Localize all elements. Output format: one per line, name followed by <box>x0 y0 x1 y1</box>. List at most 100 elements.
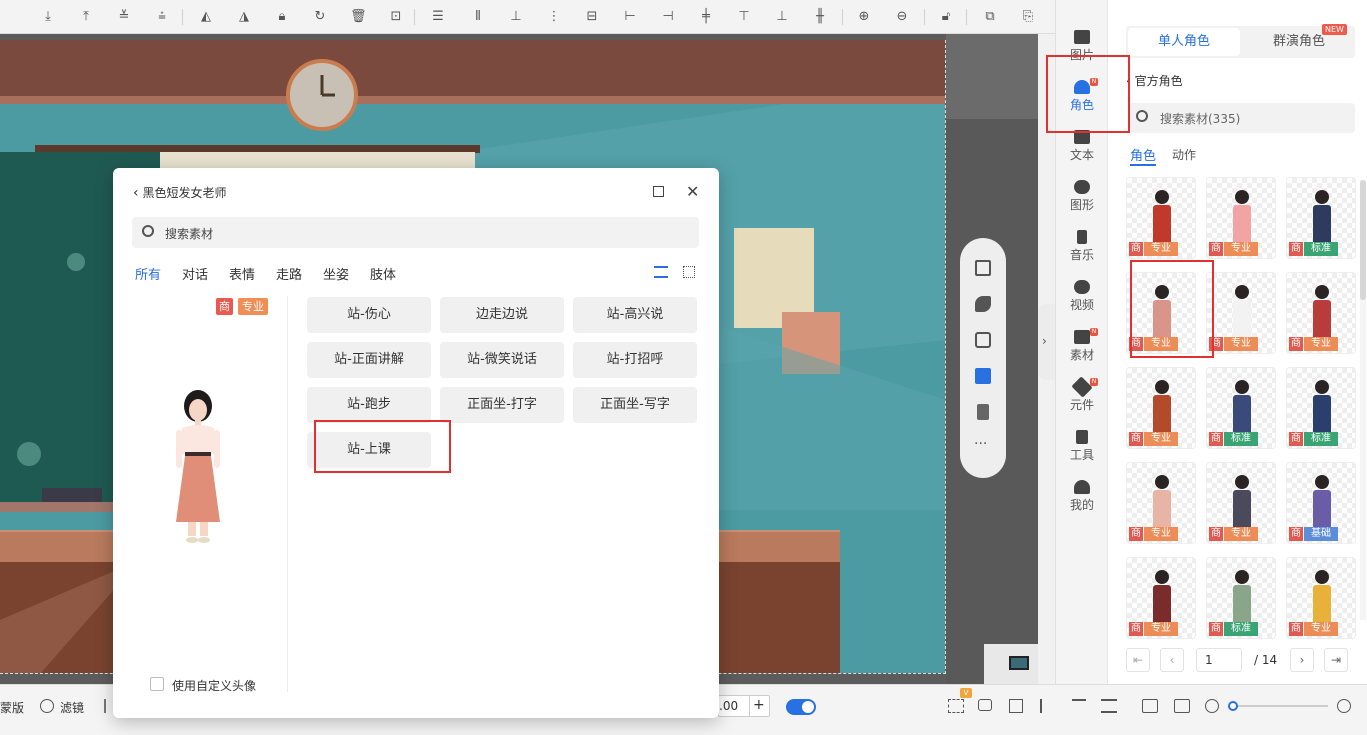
action-chip[interactable]: 站-跑步 <box>307 387 431 423</box>
sidebar-item-component[interactable]: 元件 N <box>1056 370 1108 420</box>
send-backward-icon[interactable]: ≚ <box>116 9 132 25</box>
delete-icon[interactable]: 🗑︎ <box>350 9 367 25</box>
role-thumbnail[interactable]: 商专业 <box>1206 462 1276 544</box>
zoom-slider[interactable] <box>1228 701 1328 711</box>
role-thumbnail[interactable]: 商专业 <box>1126 367 1196 449</box>
sidebar-item-tools[interactable]: 工具 <box>1056 420 1108 470</box>
sidebar-item-text[interactable]: 文本 <box>1056 120 1108 170</box>
panel-scrollbar-thumb[interactable] <box>1360 180 1366 300</box>
action-chip[interactable]: 正面坐-写字 <box>573 387 697 423</box>
zoom-out-icon[interactable]: ⊖ <box>894 9 910 25</box>
crop-icon[interactable] <box>948 699 964 713</box>
phone-icon[interactable] <box>977 404 989 420</box>
page-number-input[interactable]: 1 <box>1196 648 1242 672</box>
settings-sliders-icon[interactable] <box>1101 699 1117 713</box>
distribute-h-icon[interactable]: ⫴ <box>470 9 486 25</box>
back-to-official[interactable]: ‹ 官方角色 <box>1126 72 1183 89</box>
lock-icon[interactable]: 🔒︎ <box>274 9 290 25</box>
flip-horizontal-icon[interactable]: ◭ <box>198 9 214 25</box>
align-middle-icon[interactable]: ╫ <box>812 9 828 25</box>
zoom-slider-thumb[interactable] <box>1228 701 1238 711</box>
role-thumbnail[interactable]: 商标准 <box>1206 367 1276 449</box>
role-thumbnail[interactable]: 商专业 <box>1126 557 1196 639</box>
rotate-view-icon[interactable] <box>975 296 991 312</box>
align-left-edge-icon[interactable]: ⊢ <box>622 9 638 25</box>
align-bottom-icon[interactable]: ⊥ <box>508 9 524 25</box>
toggle-switch[interactable] <box>786 699 816 715</box>
select-frame-icon[interactable]: ⊡ <box>388 9 404 25</box>
align-baseline-icon[interactable]: ⊥ <box>774 9 790 25</box>
panel-search-input[interactable]: 搜索素材(335) <box>1128 103 1355 133</box>
anchor-icon[interactable] <box>1040 699 1052 713</box>
category-sit[interactable]: 坐姿 <box>323 264 349 283</box>
flip-vertical-icon[interactable]: ◮ <box>236 9 252 25</box>
prev-page-button[interactable]: ‹ <box>1160 648 1184 672</box>
sidebar-item-video[interactable]: 视频 <box>1056 270 1108 320</box>
role-thumbnail[interactable]: 商专业 <box>1286 272 1356 354</box>
category-walk[interactable]: 走路 <box>276 264 302 283</box>
category-all[interactable]: 所有 <box>135 264 161 283</box>
sidebar-item-material[interactable]: 素材 N <box>1056 320 1108 370</box>
maximize-icon[interactable] <box>653 186 664 197</box>
unlock-icon[interactable] <box>975 332 991 348</box>
distribute-v-icon[interactable]: ⋮ <box>546 9 562 25</box>
camera-icon[interactable] <box>978 699 992 711</box>
grid-view-icon[interactable] <box>683 266 695 278</box>
spacing-icon[interactable]: ⊟ <box>584 9 600 25</box>
subtab-action[interactable]: 动作 <box>1172 146 1196 163</box>
align-right-edge-icon[interactable]: ⊣ <box>660 9 676 25</box>
move-down-icon[interactable]: ⤓ <box>40 9 56 25</box>
dialog-back[interactable]: ‹ 黑色短发女老师 <box>133 184 226 201</box>
role-thumbnail[interactable]: 商专业 <box>1206 272 1276 354</box>
role-thumbnail[interactable]: 商专业 <box>1126 462 1196 544</box>
bring-forward-icon[interactable]: ⩮ <box>154 9 170 25</box>
role-thumbnail[interactable]: 商专业 <box>1286 557 1356 639</box>
tab-single-role[interactable]: 单人角色 <box>1128 28 1240 56</box>
role-thumbnail[interactable]: 商标准 <box>1286 177 1356 259</box>
fit-screen-icon[interactable] <box>975 260 991 276</box>
zoom-in-icon[interactable] <box>1337 699 1351 713</box>
panel-scrollbar[interactable] <box>1360 180 1366 620</box>
list-view-icon[interactable] <box>654 266 668 278</box>
mask-button[interactable]: 蒙版 <box>0 699 24 716</box>
unlock-icon[interactable]: 🔓︎ <box>938 9 954 25</box>
action-chip[interactable]: 站-正面讲解 <box>307 342 431 378</box>
monitor-icon[interactable] <box>975 368 991 384</box>
category-dialogue[interactable]: 对话 <box>182 264 208 283</box>
copy-icon[interactable]: ⧉ <box>982 9 998 25</box>
move-up-icon[interactable]: ⤒ <box>78 9 94 25</box>
sidebar-item-shapes[interactable]: 图形 <box>1056 170 1108 220</box>
role-thumbnail[interactable]: 商标准 <box>1206 557 1276 639</box>
action-chip[interactable]: 站-微笑说话 <box>440 342 564 378</box>
align-center-icon[interactable]: ╪ <box>698 9 714 25</box>
role-thumbnail[interactable]: 商基础 <box>1286 462 1356 544</box>
close-icon[interactable]: ✕ <box>686 182 699 201</box>
sidebar-item-music[interactable]: 音乐 <box>1056 220 1108 270</box>
zoom-in-icon[interactable]: ⊕ <box>856 9 872 25</box>
actual-size-icon[interactable] <box>1174 699 1190 713</box>
action-chip[interactable]: 站-伤心 <box>307 297 431 333</box>
sidebar-item-image[interactable]: 图片 <box>1056 20 1108 70</box>
fit-width-icon[interactable] <box>1142 699 1158 713</box>
thumbnail-preview[interactable] <box>984 644 1044 684</box>
more-icon[interactable]: ··· <box>974 436 987 452</box>
align-left-icon[interactable]: ☰ <box>430 9 446 25</box>
last-page-button[interactable]: ⇥ <box>1324 648 1348 672</box>
subtab-role[interactable]: 角色 <box>1130 145 1156 164</box>
role-thumbnail[interactable]: 商标准 <box>1286 367 1356 449</box>
action-chip-teaching[interactable]: 站-上课 <box>307 432 431 468</box>
sidebar-item-role[interactable]: 角色 N <box>1056 70 1108 120</box>
next-page-button[interactable]: › <box>1290 648 1314 672</box>
filter-button[interactable]: 滤镜 <box>60 699 84 716</box>
collapse-panel-handle[interactable]: › <box>1038 304 1055 380</box>
category-expression[interactable]: 表情 <box>229 264 255 283</box>
edit-icon[interactable] <box>1009 699 1023 713</box>
zoom-field[interactable]: .00 + <box>718 695 770 717</box>
role-thumbnail[interactable]: 商专业 <box>1126 272 1196 354</box>
paste-icon[interactable]: ⎘ <box>1020 9 1036 25</box>
align-top-icon[interactable]: ⊤ <box>736 9 752 25</box>
action-chip[interactable]: 站-高兴说 <box>573 297 697 333</box>
zoom-out-icon[interactable] <box>1205 699 1219 713</box>
filter-funnel-icon[interactable] <box>1072 699 1086 713</box>
action-chip[interactable]: 边走边说 <box>440 297 564 333</box>
